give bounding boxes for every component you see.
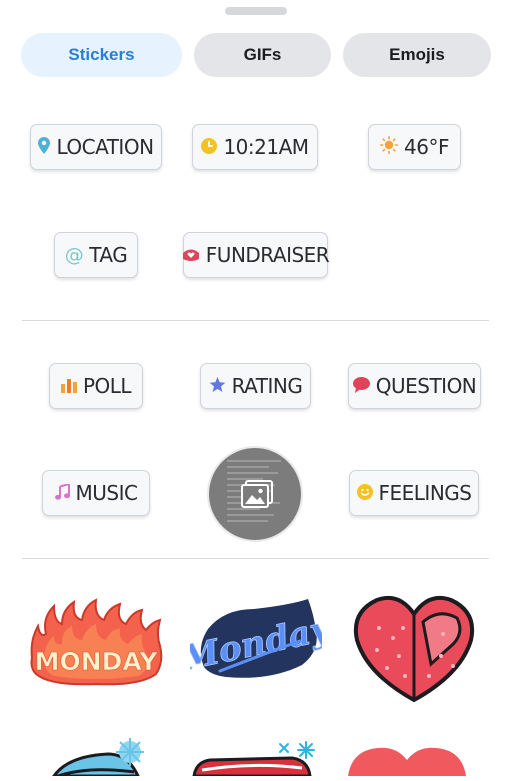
bar-chart-icon xyxy=(60,374,77,398)
time-sticker-label: 10:21AM xyxy=(223,135,309,159)
at-sign-icon: @ xyxy=(64,244,84,266)
tab-gifs[interactable]: GIFs xyxy=(194,33,331,77)
knitted-heart-sticker[interactable] xyxy=(353,594,475,704)
location-pin-icon xyxy=(38,135,51,159)
music-note-icon xyxy=(54,481,70,505)
drag-handle[interactable] xyxy=(225,7,287,15)
section-divider xyxy=(22,558,489,559)
svg-text:MONDAY: MONDAY xyxy=(35,647,159,676)
rating-sticker-label: RATING xyxy=(231,374,303,398)
feelings-sticker-label: FEELINGS xyxy=(378,481,472,505)
media-sticker[interactable] xyxy=(207,446,303,542)
music-sticker[interactable]: MUSIC xyxy=(42,470,150,516)
poll-sticker-label: POLL xyxy=(82,374,132,398)
fundraiser-sticker-label: FUNDRAISER xyxy=(205,243,330,267)
feelings-sticker[interactable]: FEELINGS xyxy=(349,470,479,516)
rating-sticker[interactable]: RATING xyxy=(200,363,311,409)
weather-sticker-label: 46°F xyxy=(404,135,449,159)
music-sticker-label: MUSIC xyxy=(75,481,138,505)
question-sticker[interactable]: QUESTION xyxy=(348,363,481,409)
winter-banner-sticker[interactable] xyxy=(192,740,326,778)
tab-emojis[interactable]: Emojis xyxy=(343,33,491,77)
fundraiser-sticker[interactable]: FUNDRAISER xyxy=(182,232,330,278)
snow-hat-sticker[interactable] xyxy=(48,738,148,778)
sticker-tabs: Stickers GIFs Emojis xyxy=(21,33,491,78)
location-sticker[interactable]: LOCATION xyxy=(30,124,162,170)
clock-icon xyxy=(201,135,218,159)
weather-sticker[interactable]: 46°F xyxy=(368,124,461,170)
poll-sticker[interactable]: POLL xyxy=(49,363,143,409)
winter-banner-art xyxy=(192,741,315,778)
donation-icon xyxy=(182,243,200,267)
sun-icon xyxy=(380,135,399,159)
location-sticker-label: LOCATION xyxy=(56,135,154,159)
tab-stickers[interactable]: Stickers xyxy=(21,33,182,77)
red-heart-art xyxy=(348,747,466,776)
smile-icon xyxy=(356,481,373,505)
knitted-heart-art xyxy=(354,595,474,703)
speech-bubble-icon xyxy=(352,374,370,398)
monday-fire-art: MONDAY xyxy=(30,598,163,686)
snow-hat-art xyxy=(51,738,144,778)
time-sticker[interactable]: 10:21AM xyxy=(192,124,318,170)
photo-gallery-icon xyxy=(241,480,273,513)
star-icon xyxy=(209,374,226,398)
question-sticker-label: QUESTION xyxy=(375,374,477,398)
section-divider xyxy=(22,320,489,321)
monday-script-sticker[interactable]: Monday xyxy=(177,595,336,683)
monday-script-art: Monday xyxy=(177,599,336,680)
tag-sticker-label: TAG xyxy=(89,243,128,267)
heart-sticker-partial[interactable] xyxy=(348,744,466,776)
tag-sticker[interactable]: @ TAG xyxy=(54,232,138,278)
monday-fire-sticker[interactable]: MONDAY xyxy=(28,598,164,686)
